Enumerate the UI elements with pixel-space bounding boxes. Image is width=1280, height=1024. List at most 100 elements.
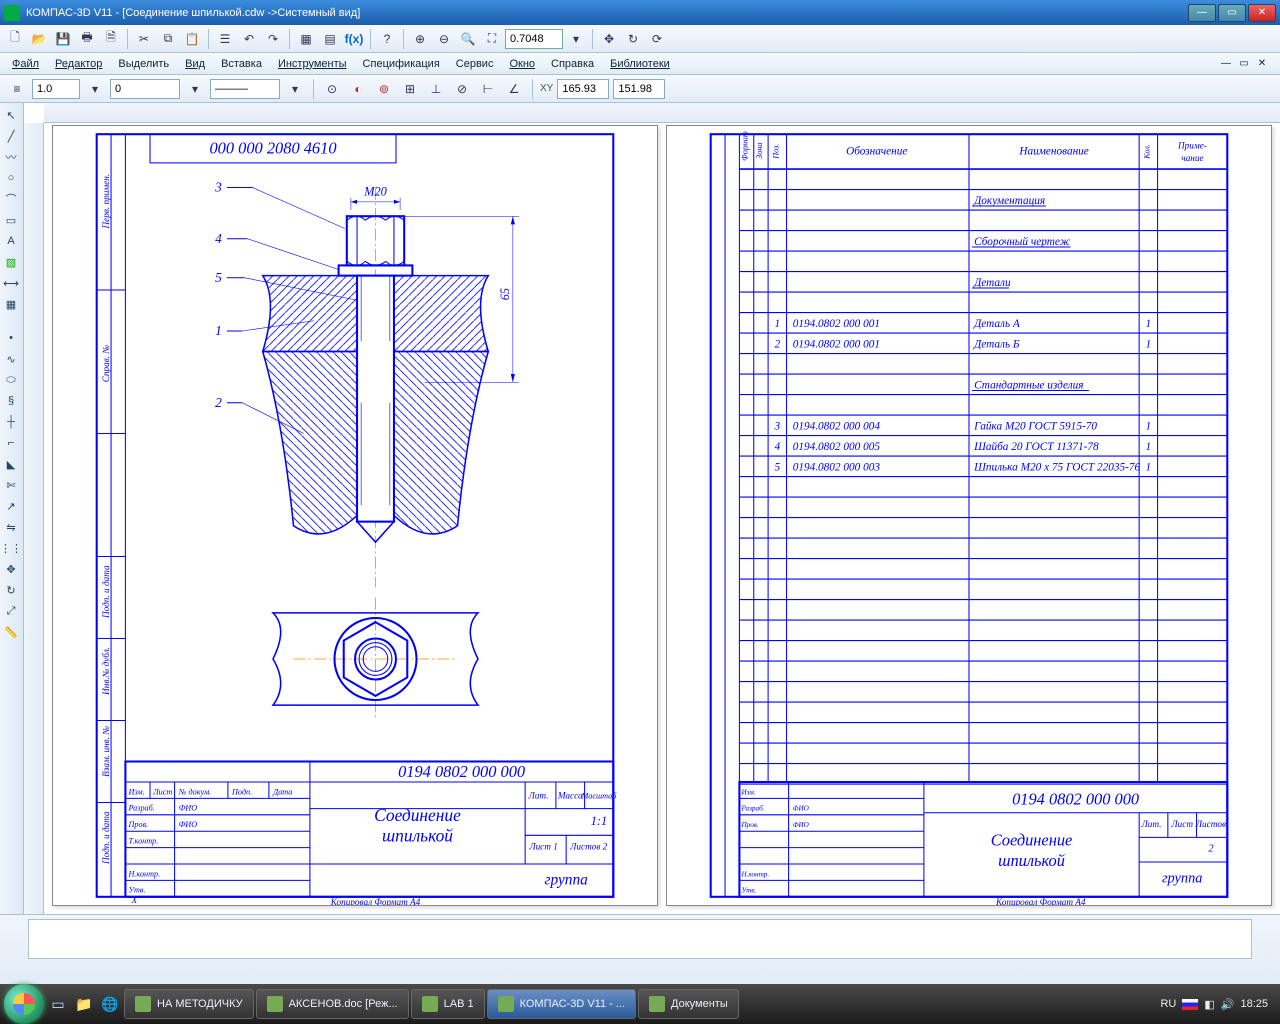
chevron-down-icon[interactable]: ▾: [184, 78, 206, 100]
zoom-input[interactable]: [505, 29, 563, 49]
menu-insert[interactable]: Вставка: [213, 55, 270, 73]
prop-input-2[interactable]: [110, 79, 180, 99]
clock[interactable]: 18:25: [1240, 998, 1268, 1010]
redo-icon[interactable]: ↷: [262, 28, 284, 50]
taskbar-item[interactable]: АКСЕНОВ.doc [Реж...: [256, 989, 409, 1019]
zoom-out-icon[interactable]: ⊖: [433, 28, 455, 50]
arc-tool-icon[interactable]: ⌒: [1, 189, 21, 209]
taskbar-item[interactable]: Документы: [638, 989, 739, 1019]
fillet-tool-icon[interactable]: ⌐: [1, 433, 21, 453]
menu-help[interactable]: Справка: [543, 55, 602, 73]
chevron-down-icon[interactable]: ▾: [284, 78, 306, 100]
angle-icon[interactable]: ∠: [503, 78, 525, 100]
array-tool-icon[interactable]: ⋮⋮: [1, 538, 21, 558]
menu-view[interactable]: Вид: [177, 55, 213, 73]
centerline-tool-icon[interactable]: ┼: [1, 412, 21, 432]
chamfer-tool-icon[interactable]: ◣: [1, 454, 21, 474]
measure-tool-icon[interactable]: 📏: [1, 622, 21, 642]
coord-y-input[interactable]: [613, 79, 665, 99]
maximize-button[interactable]: ▭: [1218, 4, 1246, 22]
properties-icon[interactable]: ☰: [214, 28, 236, 50]
ortho-icon[interactable]: ⊢: [477, 78, 499, 100]
minimize-button[interactable]: —: [1188, 4, 1216, 22]
zoom-window-icon[interactable]: 🔍: [457, 28, 479, 50]
menu-editor[interactable]: Редактор: [47, 55, 110, 73]
layers-icon[interactable]: ▤: [319, 28, 341, 50]
table-tool-icon[interactable]: ▦: [1, 294, 21, 314]
menu-spec[interactable]: Спецификация: [355, 55, 448, 73]
close-button[interactable]: ✕: [1248, 4, 1276, 22]
mdi-restore-button[interactable]: ▭: [1236, 57, 1252, 71]
snap-center-icon[interactable]: ⊚: [373, 78, 395, 100]
chevron-down-icon[interactable]: ▾: [84, 78, 106, 100]
style-icon[interactable]: ≡: [6, 78, 28, 100]
copy-icon[interactable]: ⧉: [157, 28, 179, 50]
menu-select[interactable]: Выделить: [110, 55, 177, 73]
polyline-tool-icon[interactable]: 〰: [1, 147, 21, 167]
menu-window[interactable]: Окно: [501, 55, 543, 73]
print-icon[interactable]: 🖶: [76, 28, 98, 50]
zoom-in-icon[interactable]: ⊕: [409, 28, 431, 50]
extend-tool-icon[interactable]: ↗: [1, 496, 21, 516]
curve-tool-icon[interactable]: ∿: [1, 349, 21, 369]
mdi-minimize-button[interactable]: —: [1218, 57, 1234, 71]
menu-file[interactable]: Файл: [4, 55, 47, 73]
move-tool-icon[interactable]: ✥: [1, 559, 21, 579]
preview-icon[interactable]: 🗎: [100, 28, 122, 50]
point-tool-icon[interactable]: •: [1, 328, 21, 348]
snap-grid-icon[interactable]: ⊞: [399, 78, 421, 100]
chevron-down-icon[interactable]: ▾: [565, 28, 587, 50]
taskbar-item[interactable]: НА МЕТОДИЧКУ: [124, 989, 254, 1019]
paste-icon[interactable]: 📋: [181, 28, 203, 50]
rotate-tool-icon[interactable]: ↻: [1, 580, 21, 600]
new-file-icon[interactable]: 🗋: [4, 28, 26, 50]
prop-input-1[interactable]: [32, 79, 80, 99]
text-tool-icon[interactable]: A: [1, 231, 21, 251]
flag-icon[interactable]: [1182, 999, 1198, 1010]
save-icon[interactable]: 💾: [52, 28, 74, 50]
volume-icon[interactable]: 🔊: [1221, 998, 1235, 1011]
snap-tan-icon[interactable]: ⊘: [451, 78, 473, 100]
quicklaunch-desktop-icon[interactable]: ▭: [46, 988, 70, 1020]
select-tool-icon[interactable]: ↖: [1, 105, 21, 125]
rotate-icon[interactable]: ↻: [622, 28, 644, 50]
drawing-sheet-1[interactable]: 000 000 2080 4610 Перв. примен. Справ. №…: [52, 125, 658, 906]
hatch-tool-icon[interactable]: ▨: [1, 252, 21, 272]
dim-tool-icon[interactable]: ⟷: [1, 273, 21, 293]
console-area[interactable]: [28, 919, 1252, 959]
coord-x-input[interactable]: [557, 79, 609, 99]
snap-end-icon[interactable]: ⊙: [321, 78, 343, 100]
tray-icon[interactable]: ◧: [1204, 998, 1214, 1011]
line-style-select[interactable]: [210, 79, 280, 99]
menu-service[interactable]: Сервис: [448, 55, 502, 73]
menu-libs[interactable]: Библиотеки: [602, 55, 678, 73]
lang-indicator[interactable]: RU: [1160, 998, 1176, 1010]
fx-icon[interactable]: f(x): [343, 28, 365, 50]
mirror-tool-icon[interactable]: ⇋: [1, 517, 21, 537]
cut-icon[interactable]: ✂: [133, 28, 155, 50]
quicklaunch-explorer-icon[interactable]: 📁: [72, 988, 96, 1020]
spline-tool-icon[interactable]: §: [1, 391, 21, 411]
trim-tool-icon[interactable]: ✄: [1, 475, 21, 495]
pan-icon[interactable]: ✥: [598, 28, 620, 50]
refresh-icon[interactable]: ⟳: [646, 28, 668, 50]
help-icon[interactable]: ?: [376, 28, 398, 50]
undo-icon[interactable]: ↶: [238, 28, 260, 50]
line-tool-icon[interactable]: ╱: [1, 126, 21, 146]
taskbar-item[interactable]: КОМПАС-3D V11 - ...: [487, 989, 636, 1019]
open-icon[interactable]: 📂: [28, 28, 50, 50]
circle-tool-icon[interactable]: ○: [1, 168, 21, 188]
menu-tools[interactable]: Инструменты: [270, 55, 355, 73]
snap-mid-icon[interactable]: ◐: [347, 78, 369, 100]
grid-icon[interactable]: ▦: [295, 28, 317, 50]
scale-tool-icon[interactable]: ⤢: [1, 601, 21, 621]
ellipse-tool-icon[interactable]: ⬭: [1, 370, 21, 390]
mdi-close-button[interactable]: ✕: [1254, 57, 1270, 71]
snap-perp-icon[interactable]: ⊥: [425, 78, 447, 100]
drawing-sheet-2[interactable]: Формат Зона Поз. Обозначение Наименовани…: [666, 125, 1272, 906]
rect-tool-icon[interactable]: ▭: [1, 210, 21, 230]
canvas-area[interactable]: 000 000 2080 4610 Перв. примен. Справ. №…: [24, 103, 1280, 914]
zoom-fit-icon[interactable]: ⛶: [481, 28, 503, 50]
quicklaunch-browser-icon[interactable]: 🌐: [98, 988, 122, 1020]
start-button[interactable]: [4, 984, 44, 1024]
